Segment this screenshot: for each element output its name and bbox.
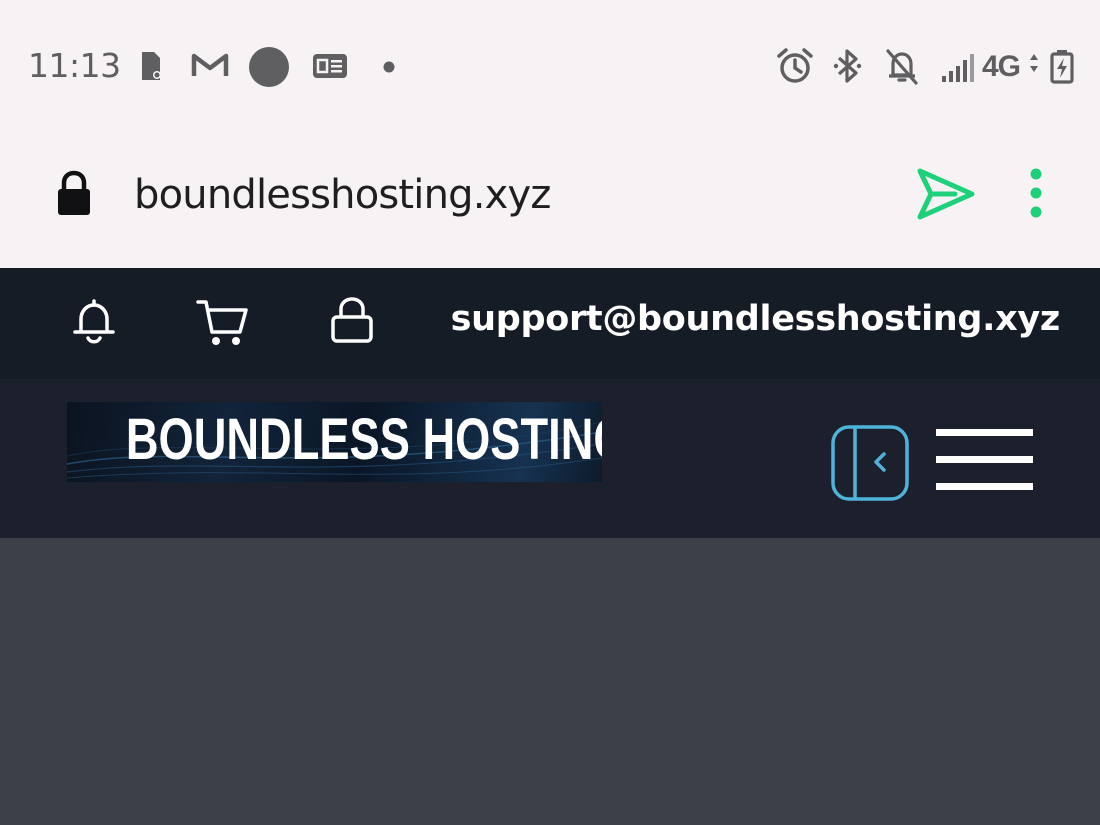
notifications-off-icon [884,46,920,86]
site-logo[interactable]: BOUNDLESS HOSTING [67,402,602,482]
logo-text: BOUNDLESS HOSTING [125,407,602,472]
browser-menu-icon[interactable] [1026,166,1046,226]
status-time: 11:13 [28,46,121,85]
site-header: BOUNDLESS HOSTING [0,379,1100,538]
battery-charging-icon [1048,46,1076,86]
page-content-area [0,538,1100,825]
lock-icon[interactable] [330,296,374,348]
more-dot-icon [382,46,396,86]
phone-screen: 11:13 4G boundlesshosting.xyz support@bo… [0,0,1100,825]
profile-circle-icon [248,46,290,87]
bluetooth-icon [832,46,864,86]
url-field[interactable]: boundlesshosting.xyz [134,172,551,218]
usb-device-icon [138,46,166,86]
secure-lock-icon[interactable] [56,170,92,222]
news-icon [312,46,348,86]
sidebar-toggle-button[interactable] [831,425,909,501]
data-activity-icon [1028,46,1040,86]
alarm-icon [776,46,814,86]
browser-address-bar: boundlesshosting.xyz [0,130,1100,268]
cart-icon[interactable] [196,298,250,352]
status-bar: 11:13 4G [0,0,1100,130]
share-send-icon[interactable] [915,166,977,226]
network-type-label: 4G [982,50,1021,83]
hamburger-menu-icon[interactable] [936,429,1034,493]
gmail-icon [191,46,229,86]
bell-icon[interactable] [72,298,116,350]
support-email-link[interactable]: support@boundlesshosting.xyz [451,299,1061,339]
signal-icon [940,46,978,86]
site-topbar: support@boundlesshosting.xyz [0,268,1100,379]
